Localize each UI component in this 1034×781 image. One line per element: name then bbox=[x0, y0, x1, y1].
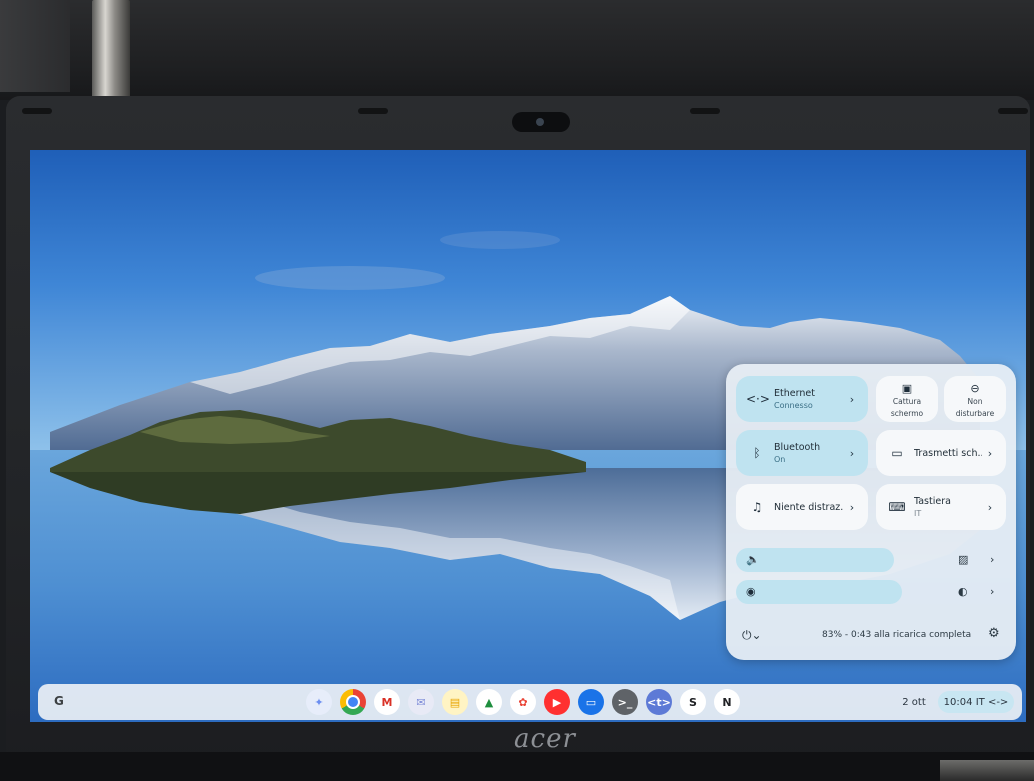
screen-capture-label-2: schermo bbox=[890, 409, 924, 418]
gemini-app-icon[interactable]: ✦ bbox=[306, 689, 332, 715]
settings-gear-icon[interactable]: ⚙ bbox=[988, 626, 1000, 641]
shelf: G ✦ M ✉ ▤ ▲ ✿ ▶ ▭ >_ <t> S N 2 ott 10:04 IT <-> bbox=[38, 684, 1022, 720]
chrome-center bbox=[346, 695, 360, 709]
brightness-icon: ◉ bbox=[746, 585, 756, 598]
keyboard-title: Tastiera bbox=[914, 496, 951, 507]
bluetooth-status: On bbox=[774, 455, 786, 464]
ethernet-icon: <·> bbox=[746, 392, 770, 406]
bluetooth-tile[interactable]: ᛒ Bluetooth On › bbox=[736, 430, 868, 476]
keyboard-status: IT bbox=[914, 509, 922, 518]
do-not-disturb-tile[interactable]: ⊖ Non disturbare bbox=[944, 376, 1006, 422]
chevron-right-icon: › bbox=[987, 446, 993, 460]
keyboard-tile[interactable]: ⌨ Tastiera IT › bbox=[876, 484, 1006, 530]
code-app-icon[interactable]: <t> bbox=[646, 689, 672, 715]
gmail-app-icon[interactable]: M bbox=[374, 689, 400, 715]
notion-app-icon[interactable]: N bbox=[714, 689, 740, 715]
brand-logo: acer bbox=[514, 724, 576, 754]
screen: <·> Ethernet Connesso › ▣ Cattura scherm… bbox=[30, 150, 1026, 722]
youtube-app-icon[interactable]: ▶ bbox=[544, 689, 570, 715]
ethernet-tile[interactable]: <·> Ethernet Connesso › bbox=[736, 376, 868, 422]
chevron-right-icon[interactable]: › bbox=[990, 585, 994, 598]
cast-icon: ▭ bbox=[891, 446, 903, 460]
screen-capture-label-1: Cattura bbox=[892, 397, 922, 406]
desk-edge bbox=[940, 760, 1034, 781]
terminal-app-icon[interactable]: >_ bbox=[612, 689, 638, 715]
input-language: IT bbox=[975, 696, 985, 708]
ethernet-status: Connesso bbox=[774, 401, 813, 410]
ethernet-title: Ethernet bbox=[774, 388, 815, 399]
network-icon: <-> bbox=[987, 696, 1009, 708]
background-pole bbox=[92, 0, 130, 100]
photos-app-icon[interactable]: ✿ bbox=[510, 689, 536, 715]
cast-title: Trasmetti sch... bbox=[914, 447, 982, 459]
bezel-bumper bbox=[22, 108, 52, 114]
files-app-icon[interactable]: ▭ bbox=[578, 689, 604, 715]
bezel-bumper bbox=[690, 108, 720, 114]
night-light-icon[interactable]: ◐ bbox=[958, 585, 968, 598]
script-app-icon[interactable]: S bbox=[680, 689, 706, 715]
webcam bbox=[512, 112, 570, 132]
drive-app-icon[interactable]: ▲ bbox=[476, 689, 502, 715]
status-area[interactable]: 10:04 IT <-> bbox=[938, 691, 1014, 713]
background-object bbox=[0, 0, 70, 92]
power-icon[interactable]: ⏻⌄ bbox=[742, 628, 762, 643]
bezel-bumper bbox=[998, 108, 1028, 114]
focus-mode-tile[interactable]: ♫ Niente distraz... › bbox=[736, 484, 868, 530]
brightness-slider[interactable]: ◉ bbox=[736, 580, 902, 604]
bluetooth-title: Bluetooth bbox=[774, 442, 821, 453]
cast-tile[interactable]: ▭ Trasmetti sch... › bbox=[876, 430, 1006, 476]
chevron-right-icon[interactable]: › bbox=[990, 553, 994, 566]
launcher-button[interactable]: G bbox=[54, 694, 64, 708]
background-room bbox=[0, 0, 1034, 100]
bezel-bumper bbox=[358, 108, 388, 114]
do-not-disturb-label-2: disturbare bbox=[955, 409, 995, 418]
volume-slider[interactable]: 🔈 bbox=[736, 548, 894, 572]
focus-mode-icon: ♫ bbox=[751, 500, 763, 514]
clock: 10:04 bbox=[943, 696, 973, 708]
screen-capture-icon: ▣ bbox=[901, 382, 913, 395]
audio-settings-icon[interactable]: ▨ bbox=[958, 553, 968, 566]
date-display[interactable]: 2 ott bbox=[894, 691, 934, 713]
volume-icon: 🔈 bbox=[746, 553, 760, 566]
do-not-disturb-label-1: Non bbox=[967, 397, 983, 406]
chevron-right-icon: › bbox=[987, 500, 993, 514]
chevron-right-icon: › bbox=[849, 392, 855, 406]
keyboard-icon: ⌨ bbox=[888, 500, 906, 514]
chevron-right-icon: › bbox=[849, 500, 855, 514]
do-not-disturb-icon: ⊖ bbox=[970, 382, 980, 395]
quick-settings-panel: <·> Ethernet Connesso › ▣ Cattura scherm… bbox=[726, 364, 1016, 660]
mail-app-icon[interactable]: ✉ bbox=[408, 689, 434, 715]
battery-status: 83% - 0:43 alla ricarica completa bbox=[822, 630, 972, 640]
focus-mode-title: Niente distraz... bbox=[774, 501, 844, 513]
chevron-right-icon: › bbox=[849, 446, 855, 460]
chrome-app-icon[interactable] bbox=[340, 689, 366, 715]
bluetooth-icon: ᛒ bbox=[753, 446, 761, 460]
screen-capture-tile[interactable]: ▣ Cattura schermo bbox=[876, 376, 938, 422]
laptop-bottom-edge bbox=[0, 752, 1034, 781]
docs-app-icon[interactable]: ▤ bbox=[442, 689, 468, 715]
